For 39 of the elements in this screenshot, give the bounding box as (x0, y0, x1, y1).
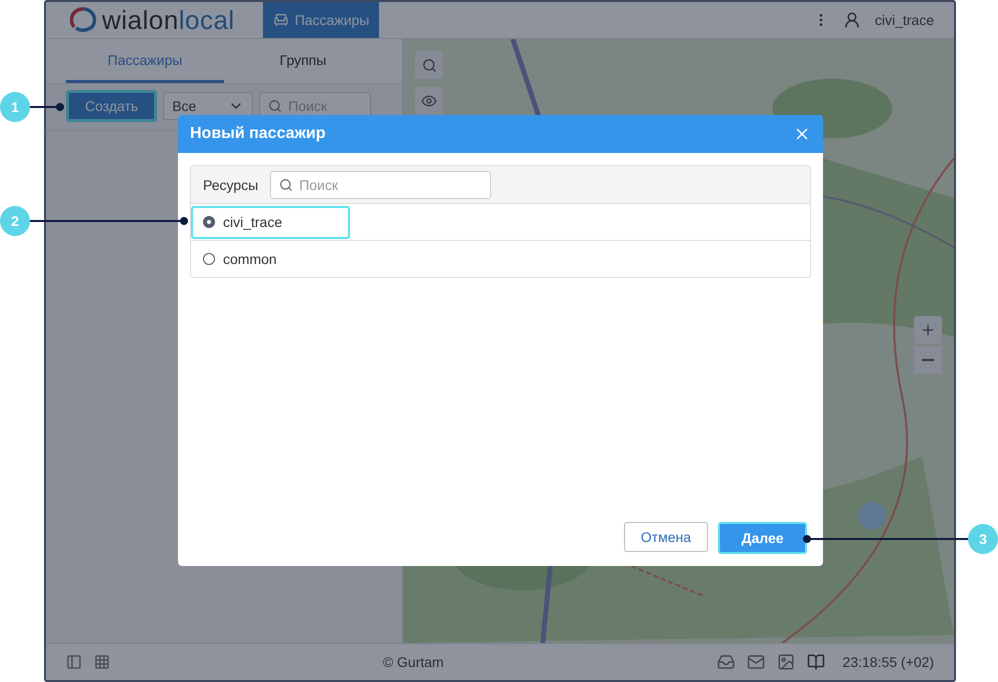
search-icon (279, 178, 294, 192)
mail-icon[interactable] (746, 653, 765, 671)
search-field[interactable]: Поиск (270, 170, 492, 198)
sidebar-tab[interactable]: Группы (224, 39, 382, 83)
plus-icon (920, 322, 936, 338)
eye-button[interactable] (415, 87, 443, 115)
seat-icon (272, 12, 289, 28)
minus-icon (922, 359, 934, 361)
clock-text: 23:18:55 (+02) (842, 654, 934, 670)
zoom-in-button[interactable] (914, 316, 942, 344)
user-icon[interactable] (842, 11, 861, 29)
create-button[interactable]: Создать (66, 90, 158, 122)
book-icon[interactable] (806, 653, 825, 671)
inbox-icon[interactable] (716, 653, 735, 671)
next-button[interactable]: Далее (718, 522, 807, 554)
cancel-button[interactable]: Отмена (624, 522, 708, 552)
grid-icon[interactable] (94, 654, 110, 670)
user-name[interactable]: civi_trace (874, 12, 934, 28)
callout-number: 2 (0, 206, 30, 236)
radio-button[interactable] (203, 216, 215, 228)
logo-icon (70, 7, 96, 33)
panel-icon[interactable] (66, 654, 82, 670)
zoom-out-button[interactable] (914, 346, 942, 374)
dialog-title: Новый пассажир (190, 125, 326, 143)
eye-icon (421, 93, 437, 109)
resource-option[interactable]: common (191, 242, 350, 276)
resources-label: Ресурсы (203, 176, 258, 192)
search-icon (422, 58, 436, 72)
map-search-button[interactable] (415, 51, 443, 79)
logo-text: wialonlocal (102, 4, 235, 36)
search-icon (268, 99, 282, 113)
callout-number: 1 (0, 92, 30, 122)
radio-button[interactable] (203, 253, 215, 265)
image-icon[interactable] (776, 653, 795, 671)
copyright-text: © Gurtam (382, 654, 445, 670)
callout-number: 3 (968, 524, 998, 554)
nav-tab[interactable]: Пассажиры (262, 2, 380, 38)
sidebar-tab[interactable]: Пассажиры (66, 39, 224, 83)
resource-option[interactable]: civi_trace (191, 206, 350, 238)
